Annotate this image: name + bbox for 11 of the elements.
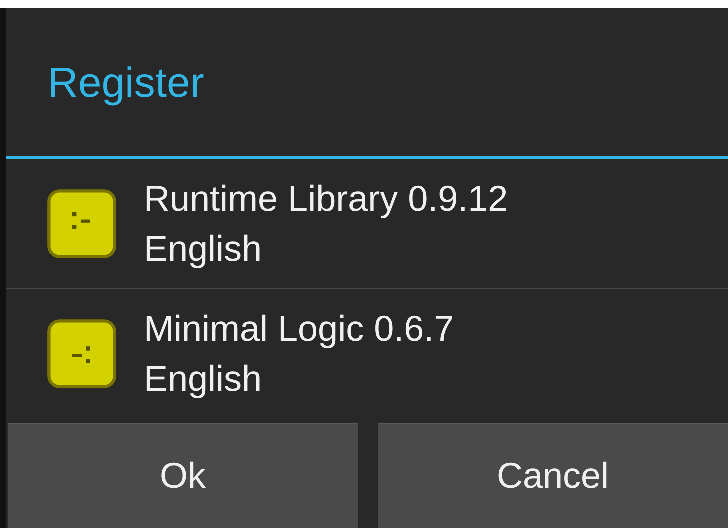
app-icon (46, 188, 118, 260)
app-icon (46, 318, 118, 390)
item-name: Minimal Logic 0.6.7 (144, 307, 454, 351)
dialog-title: Register (48, 58, 204, 108)
dialog-button[interactable]: Cancel (378, 423, 728, 528)
list-item[interactable]: Runtime Library 0.9.12 English (6, 159, 728, 289)
list-item[interactable]: Minimal Logic 0.6.7 English (6, 289, 728, 419)
item-name: Runtime Library 0.9.12 (144, 176, 508, 220)
item-language: English (144, 226, 264, 270)
dialog-button[interactable]: Ok (8, 423, 358, 528)
item-language: English (144, 357, 264, 401)
